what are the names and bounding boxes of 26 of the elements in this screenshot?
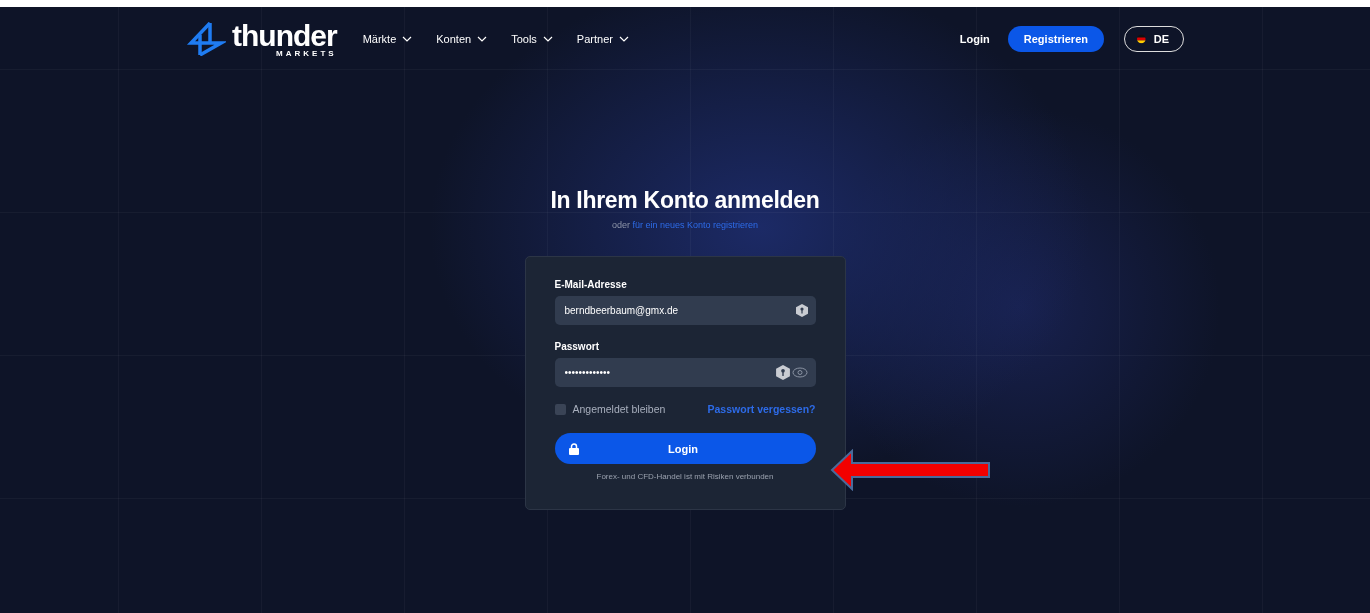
password-field[interactable]: ••••••••••••• (554, 358, 816, 387)
logo-wordmark: thunder (232, 20, 337, 51)
field-label: E-Mail-Adresse (554, 279, 628, 290)
subtitle-text: oder (611, 220, 630, 230)
email-field[interactable]: berndbeerbaum@gmx.de (554, 296, 816, 325)
lock-icon (568, 442, 579, 455)
login-link[interactable]: Login (959, 33, 990, 45)
page-title: In Ihrem Konto anmelden (550, 187, 820, 214)
chevron-down-icon (477, 36, 488, 42)
chevron-down-icon (618, 36, 629, 42)
nav-menu[interactable]: Konten (436, 33, 488, 45)
login-button[interactable]: Login (554, 433, 816, 464)
chevron-down-icon (402, 36, 413, 42)
flag-icon (1137, 32, 1146, 46)
logo-subtitle: MARKETS (276, 49, 337, 58)
register-button[interactable]: Registrieren (1007, 26, 1104, 52)
field-label: Passwort (554, 341, 600, 352)
nav-menu[interactable]: Tools (511, 33, 553, 45)
chevron-down-icon (542, 36, 553, 42)
checkbox-label: Angemeldet bleiben (572, 403, 666, 415)
nav-menu[interactable]: Märkte (362, 33, 413, 45)
remember-checkbox[interactable] (554, 403, 566, 415)
risk-disclaimer: Forex- und CFD-Handel ist mit Risiken verbunden (595, 472, 775, 481)
logo-icon (186, 22, 226, 56)
nav-menu[interactable]: Partner (576, 33, 629, 45)
eye-icon[interactable] (791, 367, 808, 378)
